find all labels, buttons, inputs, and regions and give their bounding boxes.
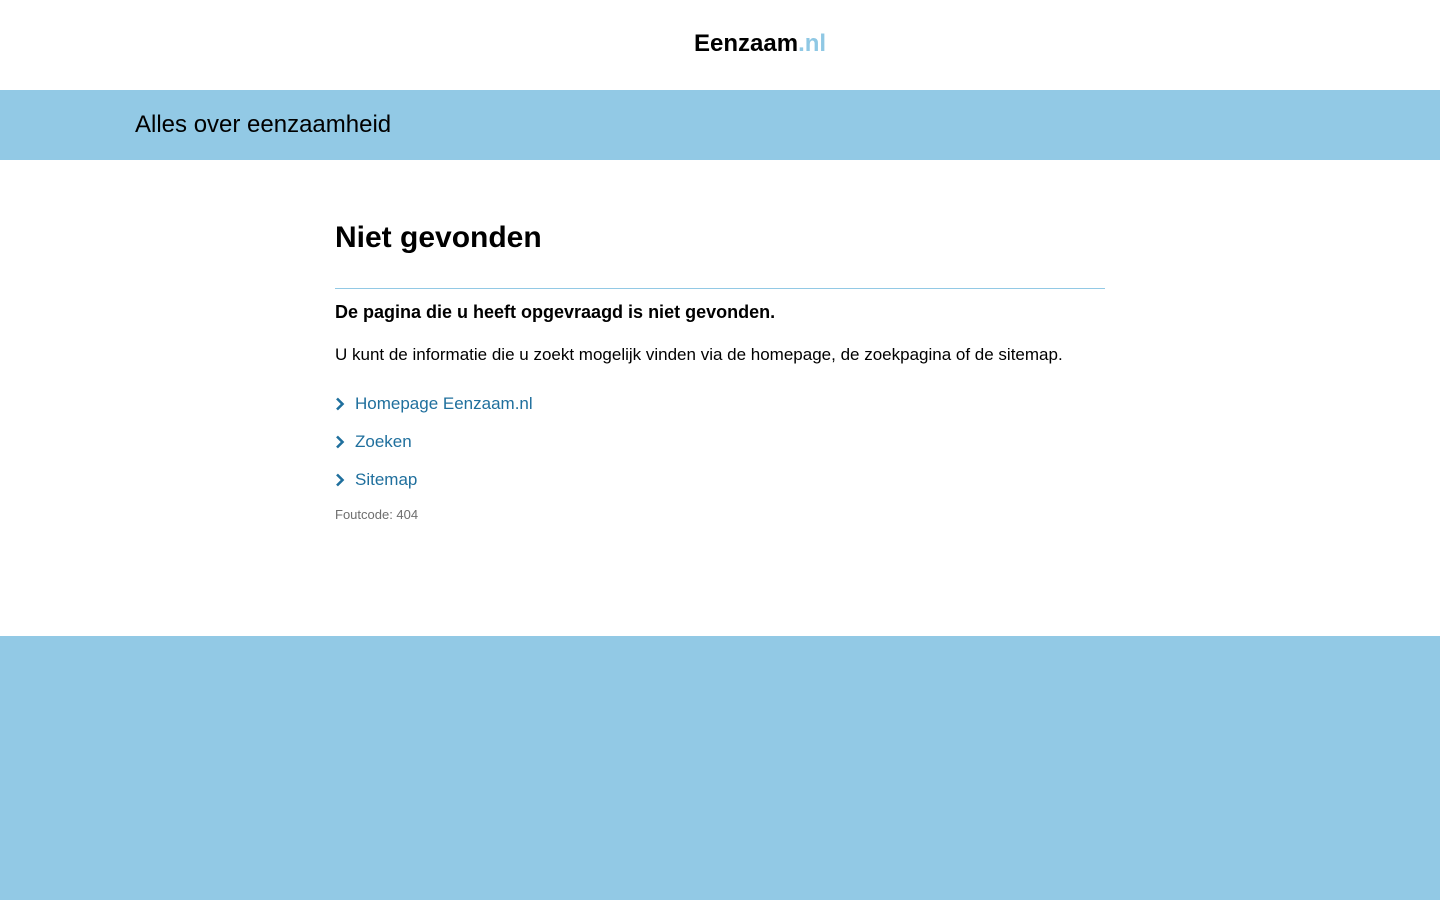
sitemap-link[interactable]: Sitemap xyxy=(355,469,417,491)
site-logo[interactable]: Eenzaam.nl xyxy=(694,30,826,58)
chevron-right-icon xyxy=(335,397,355,411)
page-title: Niet gevonden xyxy=(335,221,542,254)
help-links: Homepage Eenzaam.nl Zoeken Sitemap xyxy=(335,393,1105,491)
main-content: Niet gevonden De pagina die u heeft opge… xyxy=(0,160,1440,636)
site-header: Eenzaam.nl xyxy=(0,0,1440,90)
site-footer xyxy=(0,636,1440,900)
list-item: Zoeken xyxy=(335,431,1105,453)
error-panel: Niet gevonden De pagina die u heeft opge… xyxy=(335,220,1105,523)
error-code: Foutcode: 404 xyxy=(335,507,419,522)
title-divider xyxy=(335,288,1105,289)
search-link[interactable]: Zoeken xyxy=(355,431,412,453)
error-intro: U kunt de informatie die u zoekt mogelij… xyxy=(335,345,1063,364)
chevron-right-icon xyxy=(335,435,355,449)
homepage-link[interactable]: Homepage Eenzaam.nl xyxy=(355,393,533,415)
error-lead: De pagina die u heeft opgevraagd is niet… xyxy=(335,302,776,322)
site-tagline: Alles over eenzaamheid xyxy=(135,111,392,138)
logo-name: Eenzaam xyxy=(694,30,799,57)
list-item: Sitemap xyxy=(335,469,1105,491)
list-item: Homepage Eenzaam.nl xyxy=(335,393,1105,415)
logo-tld: .nl xyxy=(798,30,827,57)
chevron-right-icon xyxy=(335,473,355,487)
tagline-band: Alles over eenzaamheid xyxy=(0,90,1440,160)
